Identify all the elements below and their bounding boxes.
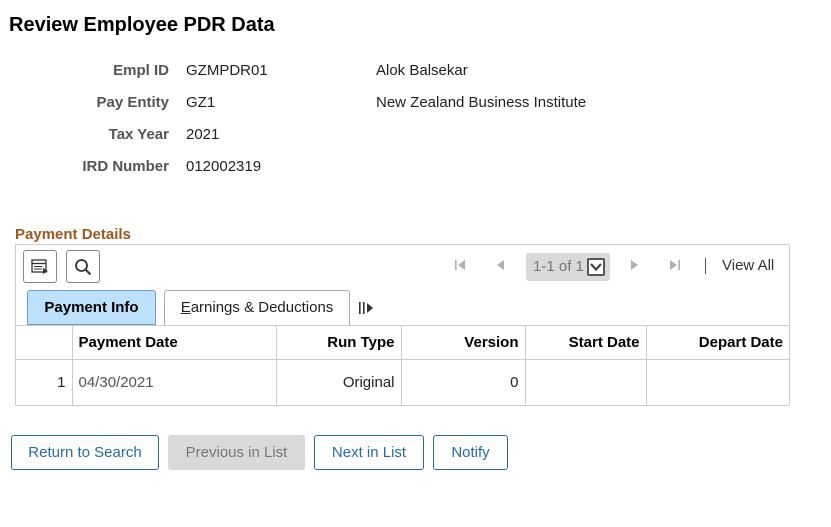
last-page-icon [670,260,680,270]
cell-version: 0 [400,359,525,406]
field-label: Tax Year [108,126,169,143]
next-page-button[interactable] [628,258,640,276]
pager-text: 1-1 of 1 [533,258,584,275]
tab-label-accesskey: E [180,299,191,316]
column-header-payment-date: Payment Date [71,325,276,360]
previous-in-list-button[interactable]: Previous in List [168,435,305,470]
column-header-start-date: Start Date [524,325,646,360]
page-title: Review Employee PDR Data [9,14,275,36]
payment-details-table: Payment Date Run Type Version Start Date… [16,325,789,406]
find-in-grid-button[interactable] [66,250,100,283]
column-header-row-number [16,325,72,360]
field-label: Empl ID [113,62,169,79]
field-description: New Zealand Business Institute [376,94,587,111]
chevron-down-icon [590,263,602,272]
view-all-link[interactable]: View All [722,257,774,275]
last-page-button[interactable] [668,258,682,276]
field-tax-year: Tax Year 2021 [0,125,831,145]
pager-dropdown[interactable] [587,258,605,276]
tab-payment-info[interactable]: Payment Info [27,290,156,325]
field-value: 2021 [186,126,220,143]
cell-row-number: 1 [16,359,72,406]
field-value: GZ1 [186,94,216,111]
field-value: GZMPDR01 [186,62,268,79]
cell-start-date [524,359,646,406]
column-header-depart-date: Depart Date [645,325,789,360]
tab-earnings-deductions[interactable]: Earnings & Deductions [164,290,350,325]
show-all-columns-button[interactable] [358,300,376,321]
column-header-run-type: Run Type [275,325,401,360]
cell-depart-date [645,359,789,406]
toolbar-divider [705,258,706,274]
cell-payment-date: 04/30/2021 [71,359,276,406]
field-pay-entity: Pay Entity GZ1 New Zealand Business Inst… [0,93,831,113]
next-in-list-button[interactable]: Next in List [314,435,424,470]
previous-page-button[interactable] [495,258,507,276]
field-description: Alok Balsekar [376,62,468,79]
previous-page-icon [497,260,504,270]
row-pager[interactable]: 1-1 of 1 [526,253,610,281]
search-icon [75,258,92,275]
return-to-search-button[interactable]: Return to Search [11,435,159,470]
section-title-payment-details: Payment Details [15,226,131,243]
personalize-grid-icon [31,258,48,274]
field-label: IRD Number [82,158,169,175]
notify-button[interactable]: Notify [433,435,508,470]
table-row: 1 04/30/2021 Original 0 [16,359,789,406]
personalize-grid-button[interactable] [23,250,57,283]
next-page-icon [631,260,638,270]
first-page-icon [455,260,465,270]
table-header-row: Payment Date Run Type Version Start Date… [16,325,789,360]
first-page-button[interactable] [453,258,467,276]
column-header-version: Version [400,325,525,360]
field-empl-id: Empl ID GZMPDR01 Alok Balsekar [0,61,831,81]
field-label: Pay Entity [96,94,169,111]
tab-label: arnings & Deductions [190,299,334,316]
cell-run-type: Original [275,359,401,406]
field-ird-number: IRD Number 012002319 [0,157,831,177]
show-all-columns-icon [359,302,373,314]
field-value: 012002319 [186,158,262,175]
